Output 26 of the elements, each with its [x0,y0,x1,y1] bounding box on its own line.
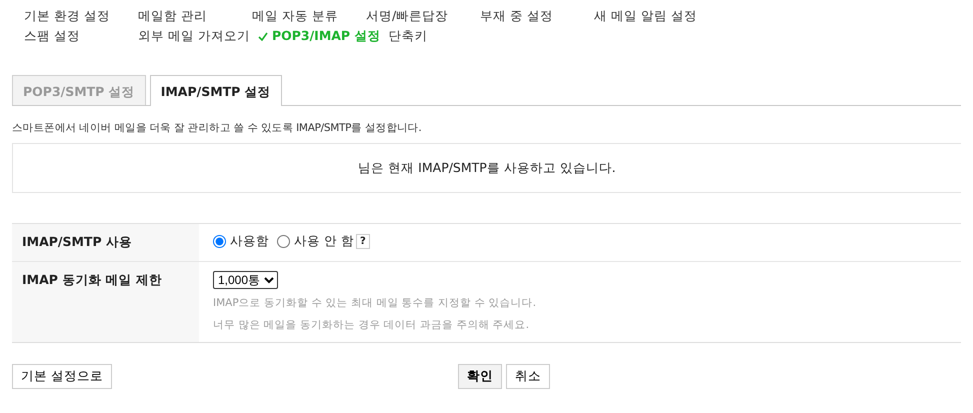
status-message: 님은 현재 IMAP/SMTP를 사용하고 있습니다. [358,160,616,176]
reset-button[interactable]: 기본 설정으로 [12,364,112,389]
help-icon[interactable]: ? [356,234,370,249]
check-icon [258,32,268,40]
radio-button[interactable] [277,235,290,248]
settings-menu-link[interactable]: 단축키 [388,28,502,44]
radio-option[interactable]: 사용함 [213,233,269,250]
setting-label: IMAP 동기화 메일 제한 [12,262,199,342]
settings-menu-link[interactable]: 메일함 관리 [138,8,252,24]
settings-menu-link[interactable]: 외부 메일 가져오기 [138,28,258,44]
settings-menu-link[interactable]: 스팸 설정 [24,28,138,44]
hint-text: IMAP으로 동기화할 수 있는 최대 메일 통수를 지정할 수 있습니다. [213,296,538,311]
settings-menu-link[interactable]: 새 메일 알림 설정 [594,8,708,24]
settings-menu-link[interactable]: 서명/빠른답장 [366,8,480,24]
mail-limit-dropdown[interactable]: 1,000통 [213,271,278,289]
radio-button[interactable] [213,235,226,248]
description-text: 스마트폰에서 네이버 메일을 더욱 잘 관리하고 쓸 수 있도록 IMAP/SMTP를 설정합니다. [12,121,422,135]
settings-tab[interactable]: IMAP/SMTP 설정 [150,75,282,106]
radio-option[interactable]: 사용 안 함 [277,233,354,250]
settings-menu-link[interactable]: 메일 자동 분류 [252,8,366,24]
settings-menu-link[interactable]: 기본 환경 설정 [24,8,138,24]
settings-menu-link[interactable]: 부재 중 설정 [480,8,594,24]
confirm-button[interactable]: 확인 [458,364,502,389]
setting-label: IMAP/SMTP 사용 [12,224,199,261]
cancel-button[interactable]: 취소 [506,364,550,389]
hint-text: 너무 많은 메일을 동기화하는 경우 데이터 과금을 주의해 주세요. [213,318,530,333]
